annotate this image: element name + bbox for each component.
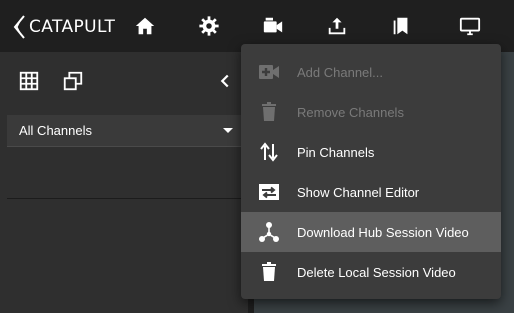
grid-icon bbox=[19, 71, 39, 91]
channel-editor-icon bbox=[259, 184, 279, 200]
menu-item-remove-channels[interactable]: Remove Channels bbox=[241, 92, 501, 132]
collapse-sidebar-button[interactable] bbox=[212, 68, 238, 94]
home-icon bbox=[135, 17, 155, 35]
menu-item-label: Show Channel Editor bbox=[297, 184, 420, 200]
window-view-button[interactable] bbox=[60, 68, 86, 94]
brand-name: CATAPULT bbox=[29, 17, 116, 37]
menu-item-pin-channels[interactable]: Pin Channels bbox=[241, 132, 501, 172]
window-restore-icon bbox=[63, 71, 83, 91]
bookmarks-icon bbox=[393, 17, 408, 35]
menu-item-show-channel-editor[interactable]: Show Channel Editor bbox=[241, 172, 501, 212]
menu-item-delete-local-session-video[interactable]: Delete Local Session Video bbox=[241, 252, 501, 292]
channel-filter-select[interactable]: All Channels bbox=[7, 115, 243, 147]
add-channel-icon bbox=[259, 65, 279, 79]
catapult-logo[interactable]: CATAPULT bbox=[12, 14, 115, 40]
menu-item-label: Download Hub Session Video bbox=[297, 224, 469, 240]
hub-icon bbox=[259, 222, 279, 242]
swap-vertical-icon bbox=[260, 142, 278, 162]
settings-button[interactable] bbox=[195, 12, 223, 40]
menu-item-label: Remove Channels bbox=[297, 104, 404, 120]
upload-icon bbox=[328, 17, 346, 35]
video-camera-icon bbox=[263, 17, 283, 33]
caret-down-icon bbox=[223, 128, 233, 133]
menu-item-add-channel[interactable]: Add Channel... bbox=[241, 52, 501, 92]
menu-item-label: Add Channel... bbox=[297, 64, 384, 80]
upload-button[interactable] bbox=[323, 12, 351, 40]
video-menu: Add Channel... Remove Channels Pin Chann… bbox=[241, 44, 501, 299]
trash-icon bbox=[262, 102, 276, 121]
chevron-left-icon bbox=[220, 74, 229, 88]
home-button[interactable] bbox=[131, 12, 159, 40]
menu-item-download-hub-session-video[interactable]: Download Hub Session Video bbox=[241, 212, 501, 252]
settings-icon bbox=[199, 16, 219, 36]
menu-item-label: Pin Channels bbox=[297, 144, 375, 160]
bookmarks-button[interactable] bbox=[387, 12, 415, 40]
divider bbox=[7, 198, 243, 199]
catapult-logo-mark-icon bbox=[13, 15, 25, 39]
menu-item-label: Delete Local Session Video bbox=[297, 264, 456, 280]
monitor-button[interactable] bbox=[456, 12, 484, 40]
video-button[interactable] bbox=[259, 12, 287, 40]
channels-sidebar: All Channels bbox=[0, 52, 248, 313]
channel-filter-value: All Channels bbox=[19, 123, 92, 138]
trash-icon bbox=[262, 262, 276, 281]
monitor-icon bbox=[459, 17, 481, 36]
grid-view-button[interactable] bbox=[16, 68, 42, 94]
